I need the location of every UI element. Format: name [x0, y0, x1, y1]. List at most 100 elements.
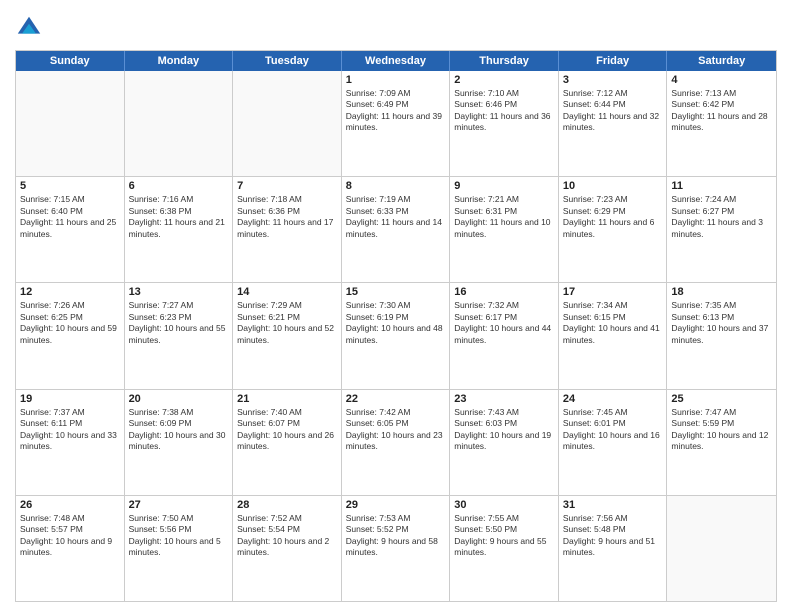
day-number: 17 — [563, 286, 663, 298]
cell-info: Sunrise: 7:24 AM Sunset: 6:27 PM Dayligh… — [671, 194, 772, 240]
cell-info: Sunrise: 7:53 AM Sunset: 5:52 PM Dayligh… — [346, 513, 446, 559]
cell-info: Sunrise: 7:21 AM Sunset: 6:31 PM Dayligh… — [454, 194, 554, 240]
calendar-cell: 30 Sunrise: 7:55 AM Sunset: 5:50 PM Dayli… — [450, 496, 559, 601]
calendar-row: 5 Sunrise: 7:15 AM Sunset: 6:40 PM Daylig… — [16, 176, 776, 282]
cell-info: Sunrise: 7:34 AM Sunset: 6:15 PM Dayligh… — [563, 300, 663, 346]
calendar-cell: 17 Sunrise: 7:34 AM Sunset: 6:15 PM Dayli… — [559, 283, 668, 388]
cell-info: Sunrise: 7:38 AM Sunset: 6:09 PM Dayligh… — [129, 407, 229, 453]
cell-info: Sunrise: 7:26 AM Sunset: 6:25 PM Dayligh… — [20, 300, 120, 346]
calendar-cell: 24 Sunrise: 7:45 AM Sunset: 6:01 PM Dayli… — [559, 390, 668, 495]
cell-info: Sunrise: 7:15 AM Sunset: 6:40 PM Dayligh… — [20, 194, 120, 240]
logo — [15, 14, 47, 42]
day-number: 1 — [346, 74, 446, 86]
calendar-cell: 15 Sunrise: 7:30 AM Sunset: 6:19 PM Dayli… — [342, 283, 451, 388]
cell-info: Sunrise: 7:35 AM Sunset: 6:13 PM Dayligh… — [671, 300, 772, 346]
header-day-thursday: Thursday — [450, 51, 559, 71]
day-number: 25 — [671, 393, 772, 405]
cell-info: Sunrise: 7:37 AM Sunset: 6:11 PM Dayligh… — [20, 407, 120, 453]
day-number: 2 — [454, 74, 554, 86]
day-number: 15 — [346, 286, 446, 298]
day-number: 14 — [237, 286, 337, 298]
day-number: 30 — [454, 499, 554, 511]
day-number: 12 — [20, 286, 120, 298]
cell-info: Sunrise: 7:43 AM Sunset: 6:03 PM Dayligh… — [454, 407, 554, 453]
calendar-cell: 19 Sunrise: 7:37 AM Sunset: 6:11 PM Dayli… — [16, 390, 125, 495]
cell-info: Sunrise: 7:50 AM Sunset: 5:56 PM Dayligh… — [129, 513, 229, 559]
header-day-tuesday: Tuesday — [233, 51, 342, 71]
calendar-cell: 13Sunrise: 7:27 AM Sunset: 6:23 PM Dayli… — [125, 283, 234, 388]
day-number: 24 — [563, 393, 663, 405]
calendar-cell — [233, 71, 342, 176]
day-number: 5 — [20, 180, 120, 192]
cell-info: Sunrise: 7:56 AM Sunset: 5:48 PM Dayligh… — [563, 513, 663, 559]
calendar-cell: 2 Sunrise: 7:10 AM Sunset: 6:46 PM Daylig… — [450, 71, 559, 176]
calendar-cell: 1 Sunrise: 7:09 AM Sunset: 6:49 PM Daylig… — [342, 71, 451, 176]
calendar-cell: 25 Sunrise: 7:47 AM Sunset: 5:59 PM Dayli… — [667, 390, 776, 495]
calendar-cell: 27 Sunrise: 7:50 AM Sunset: 5:56 PM Dayli… — [125, 496, 234, 601]
calendar-cell: 28 Sunrise: 7:52 AM Sunset: 5:54 PM Dayli… — [233, 496, 342, 601]
day-number: 28 — [237, 499, 337, 511]
logo-icon — [15, 14, 43, 42]
cell-info: Sunrise: 7:23 AM Sunset: 6:29 PM Dayligh… — [563, 194, 663, 240]
cell-info: Sunrise: 7:52 AM Sunset: 5:54 PM Dayligh… — [237, 513, 337, 559]
day-number: 23 — [454, 393, 554, 405]
header-day-monday: Monday — [125, 51, 234, 71]
day-number: 26 — [20, 499, 120, 511]
day-number: 7 — [237, 180, 337, 192]
cell-info: Sunrise: 7:55 AM Sunset: 5:50 PM Dayligh… — [454, 513, 554, 559]
calendar-cell: 12 Sunrise: 7:26 AM Sunset: 6:25 PM Dayli… — [16, 283, 125, 388]
day-number: 27 — [129, 499, 229, 511]
calendar-cell: 20 Sunrise: 7:38 AM Sunset: 6:09 PM Dayli… — [125, 390, 234, 495]
header-day-saturday: Saturday — [667, 51, 776, 71]
calendar-cell: 8 Sunrise: 7:19 AM Sunset: 6:33 PM Daylig… — [342, 177, 451, 282]
calendar-cell: 4Sunrise: 7:13 AM Sunset: 6:42 PM Daylig… — [667, 71, 776, 176]
cell-info: Sunrise: 7:19 AM Sunset: 6:33 PM Dayligh… — [346, 194, 446, 240]
cell-info: Sunrise: 7:47 AM Sunset: 5:59 PM Dayligh… — [671, 407, 772, 453]
calendar-header: SundayMondayTuesdayWednesdayThursdayFrid… — [16, 51, 776, 71]
header — [15, 10, 777, 42]
calendar-cell: 31 Sunrise: 7:56 AM Sunset: 5:48 PM Dayli… — [559, 496, 668, 601]
calendar-cell: 26 Sunrise: 7:48 AM Sunset: 5:57 PM Dayli… — [16, 496, 125, 601]
calendar-cell: 7 Sunrise: 7:18 AM Sunset: 6:36 PM Daylig… — [233, 177, 342, 282]
calendar-cell: 5 Sunrise: 7:15 AM Sunset: 6:40 PM Daylig… — [16, 177, 125, 282]
calendar-cell — [125, 71, 234, 176]
calendar-cell: 18Sunrise: 7:35 AM Sunset: 6:13 PM Dayli… — [667, 283, 776, 388]
cell-info: Sunrise: 7:12 AM Sunset: 6:44 PM Dayligh… — [563, 88, 663, 134]
cell-info: Sunrise: 7:09 AM Sunset: 6:49 PM Dayligh… — [346, 88, 446, 134]
cell-info: Sunrise: 7:45 AM Sunset: 6:01 PM Dayligh… — [563, 407, 663, 453]
cell-info: Sunrise: 7:30 AM Sunset: 6:19 PM Dayligh… — [346, 300, 446, 346]
day-number: 8 — [346, 180, 446, 192]
day-number: 13 — [129, 286, 229, 298]
cell-info: Sunrise: 7:29 AM Sunset: 6:21 PM Dayligh… — [237, 300, 337, 346]
day-number: 31 — [563, 499, 663, 511]
header-day-friday: Friday — [559, 51, 668, 71]
calendar-cell: 14 Sunrise: 7:29 AM Sunset: 6:21 PM Dayli… — [233, 283, 342, 388]
day-number: 16 — [454, 286, 554, 298]
calendar-cell: 10 Sunrise: 7:23 AM Sunset: 6:29 PM Dayli… — [559, 177, 668, 282]
header-day-sunday: Sunday — [16, 51, 125, 71]
calendar-cell: 23 Sunrise: 7:43 AM Sunset: 6:03 PM Dayli… — [450, 390, 559, 495]
day-number: 19 — [20, 393, 120, 405]
day-number: 10 — [563, 180, 663, 192]
day-number: 22 — [346, 393, 446, 405]
calendar: SundayMondayTuesdayWednesdayThursdayFrid… — [15, 50, 777, 602]
calendar-cell: 29 Sunrise: 7:53 AM Sunset: 5:52 PM Dayli… — [342, 496, 451, 601]
cell-info: Sunrise: 7:42 AM Sunset: 6:05 PM Dayligh… — [346, 407, 446, 453]
cell-info: Sunrise: 7:13 AM Sunset: 6:42 PM Dayligh… — [671, 88, 772, 134]
calendar-row: 1 Sunrise: 7:09 AM Sunset: 6:49 PM Daylig… — [16, 71, 776, 176]
calendar-row: 26 Sunrise: 7:48 AM Sunset: 5:57 PM Dayli… — [16, 495, 776, 601]
cell-info: Sunrise: 7:10 AM Sunset: 6:46 PM Dayligh… — [454, 88, 554, 134]
calendar-cell: 22 Sunrise: 7:42 AM Sunset: 6:05 PM Dayli… — [342, 390, 451, 495]
cell-info: Sunrise: 7:48 AM Sunset: 5:57 PM Dayligh… — [20, 513, 120, 559]
day-number: 29 — [346, 499, 446, 511]
day-number: 20 — [129, 393, 229, 405]
day-number: 3 — [563, 74, 663, 86]
calendar-cell: 3 Sunrise: 7:12 AM Sunset: 6:44 PM Daylig… — [559, 71, 668, 176]
day-number: 9 — [454, 180, 554, 192]
cell-info: Sunrise: 7:40 AM Sunset: 6:07 PM Dayligh… — [237, 407, 337, 453]
day-number: 21 — [237, 393, 337, 405]
cell-info: Sunrise: 7:18 AM Sunset: 6:36 PM Dayligh… — [237, 194, 337, 240]
cell-info: Sunrise: 7:16 AM Sunset: 6:38 PM Dayligh… — [129, 194, 229, 240]
calendar-cell: 16Sunrise: 7:32 AM Sunset: 6:17 PM Dayli… — [450, 283, 559, 388]
calendar-row: 12 Sunrise: 7:26 AM Sunset: 6:25 PM Dayli… — [16, 282, 776, 388]
